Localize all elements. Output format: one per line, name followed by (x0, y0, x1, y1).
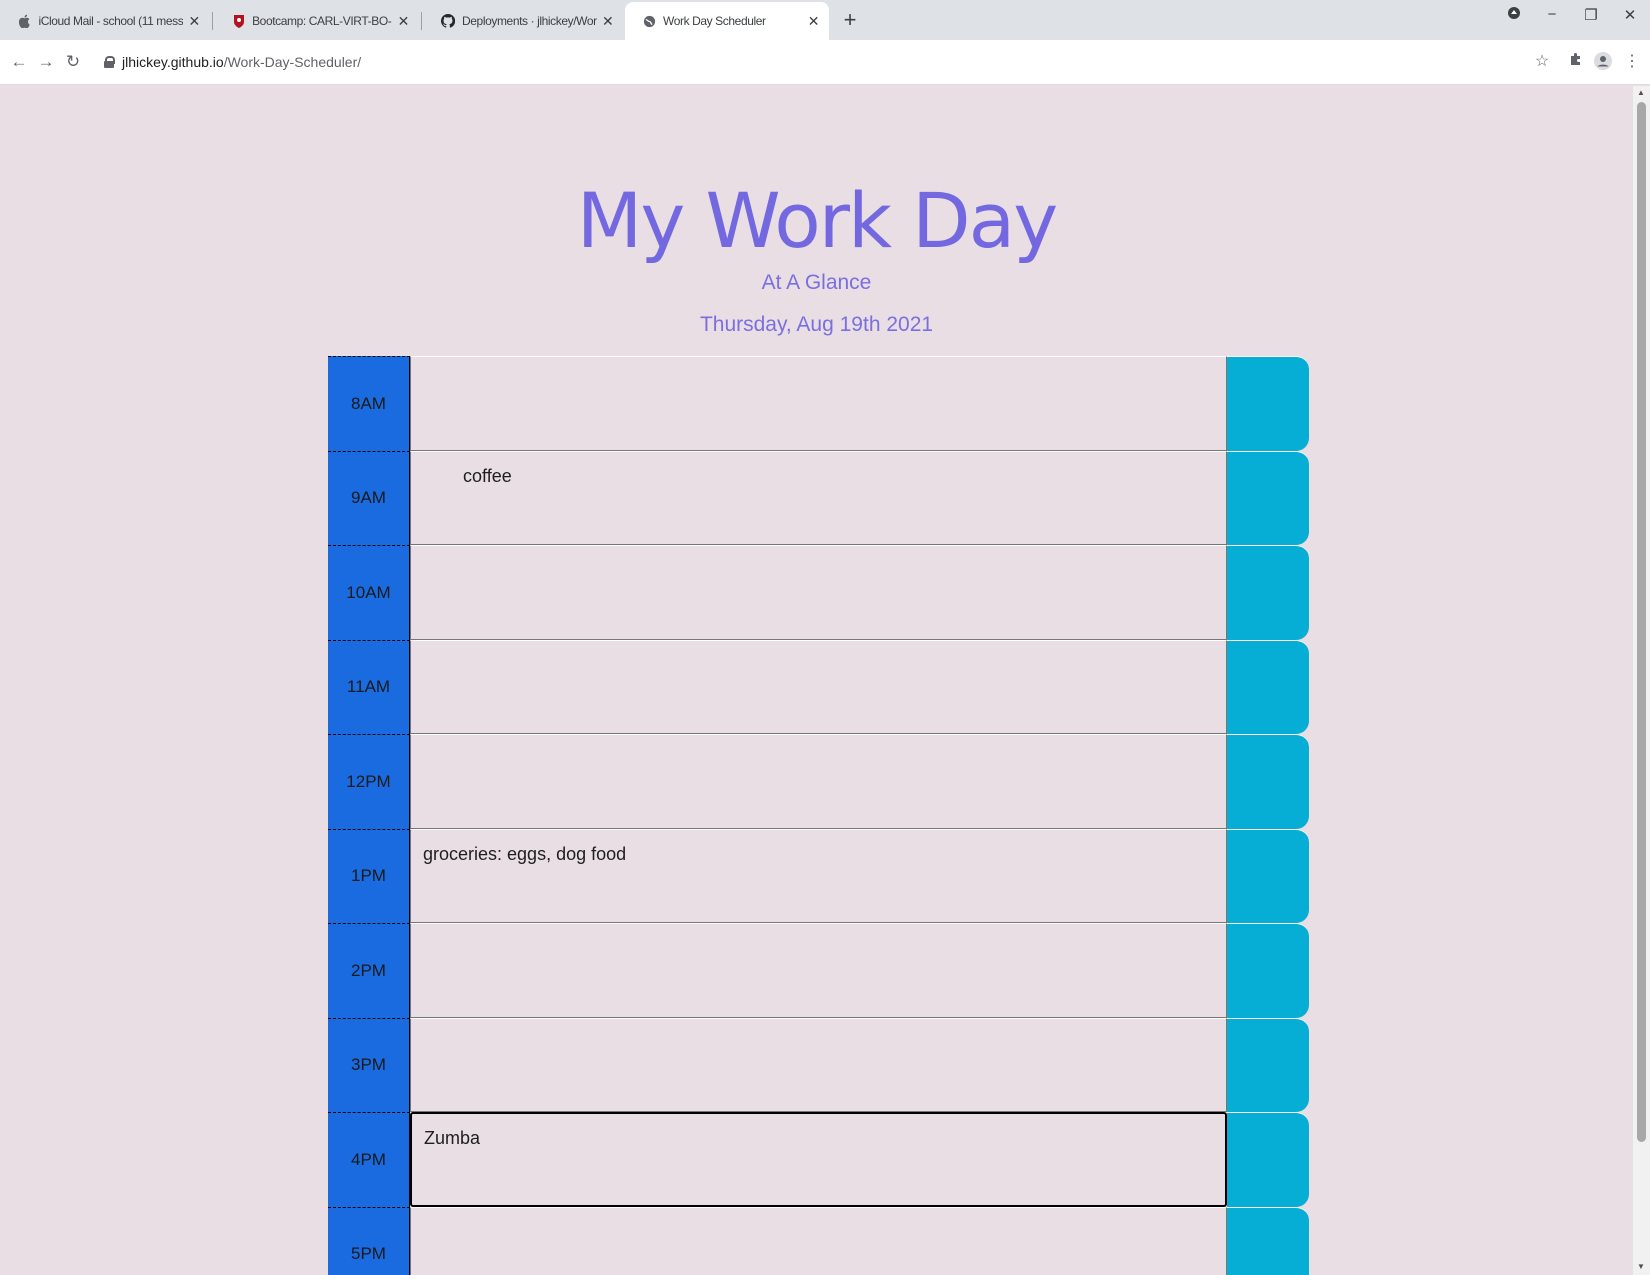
save-button[interactable] (1227, 450, 1309, 545)
hour-label: 3PM (328, 1017, 410, 1112)
menu-kebab-icon[interactable]: ⋮ (1622, 52, 1642, 72)
scroll-up-icon[interactable]: ▲ (1637, 88, 1645, 97)
event-description[interactable] (410, 923, 1227, 1018)
tab-work-day-scheduler[interactable]: Work Day Scheduler ✕ (625, 2, 829, 40)
schedule-container: 8AM 9AM coffee 10AM 11AM 12PM 1PM grocer… (328, 356, 1309, 1275)
hour-label: 12PM (328, 734, 410, 829)
time-block-10am: 10AM (328, 545, 1309, 640)
scroll-down-icon[interactable]: ▼ (1637, 1262, 1645, 1271)
save-button[interactable] (1227, 1017, 1309, 1112)
event-description[interactable]: Zumba (410, 1112, 1227, 1207)
page-viewport: My Work Day At A Glance Thursday, Aug 19… (0, 86, 1633, 1275)
hour-label: 9AM (328, 450, 410, 545)
save-button[interactable] (1227, 356, 1309, 451)
minimize-icon[interactable]: − (1537, 6, 1567, 23)
tab-title: iCloud Mail - school (11 messages) (38, 14, 183, 28)
tab-bootcamp[interactable]: Bootcamp: CARL-VIRT-BO-FSF-PT ✕ (214, 2, 419, 40)
event-description[interactable] (410, 1017, 1227, 1112)
bookmark-star-icon[interactable]: ☆ (1532, 52, 1552, 72)
forward-icon[interactable]: → (35, 51, 57, 73)
lock-icon[interactable] (104, 56, 115, 68)
profile-avatar-icon[interactable] (1593, 52, 1613, 72)
bootcamp-icon (232, 14, 245, 28)
hour-label: 8AM (328, 356, 410, 451)
time-block-2pm: 2PM (328, 923, 1309, 1018)
github-icon (441, 14, 455, 28)
new-tab-icon[interactable]: + (836, 6, 864, 34)
tab-title: Deployments · jlhickey/Work-Day (462, 14, 597, 28)
close-icon[interactable]: ✕ (806, 13, 821, 30)
browser-toolbar: ← → ↻ jlhickey.github.io/Work-Day-Schedu… (0, 40, 1650, 85)
time-block-3pm: 3PM (328, 1017, 1309, 1112)
tab-divider (212, 12, 213, 30)
time-block-5pm: 5PM (328, 1206, 1309, 1275)
reload-icon[interactable]: ↻ (62, 51, 84, 73)
globe-icon (643, 14, 656, 28)
hour-label: 11AM (328, 639, 410, 734)
tab-deployments[interactable]: Deployments · jlhickey/Work-Day ✕ (423, 2, 623, 40)
save-button[interactable] (1227, 1112, 1309, 1207)
back-icon[interactable]: ← (8, 51, 30, 73)
hour-label: 10AM (328, 545, 410, 640)
time-block-11am: 11AM (328, 639, 1309, 734)
extensions-icon[interactable] (1566, 52, 1586, 72)
event-description[interactable]: coffee (410, 450, 1227, 545)
address-bar[interactable]: jlhickey.github.io/Work-Day-Scheduler/ (96, 47, 1528, 77)
time-block-4pm: 4PM Zumba (328, 1112, 1309, 1207)
save-button[interactable] (1227, 734, 1309, 829)
time-block-12pm: 12PM (328, 734, 1309, 829)
save-button[interactable] (1227, 923, 1309, 1018)
save-button[interactable] (1227, 545, 1309, 640)
save-button[interactable] (1227, 639, 1309, 734)
event-description[interactable] (410, 545, 1227, 640)
tab-icloud[interactable]: iCloud Mail - school (11 messages) ✕ (0, 2, 210, 40)
close-icon[interactable]: ✕ (187, 13, 202, 30)
close-icon[interactable]: ✕ (601, 13, 615, 30)
page-subtitle: At A Glance (761, 271, 872, 294)
time-block-9am: 9AM coffee (328, 450, 1309, 545)
event-description[interactable] (410, 639, 1227, 734)
url-host: jlhickey.github.io (122, 54, 224, 70)
window-close-icon[interactable]: ✕ (1615, 6, 1645, 24)
close-icon[interactable]: ✕ (396, 13, 411, 30)
hour-label: 4PM (328, 1112, 410, 1207)
event-description[interactable] (410, 356, 1227, 451)
event-description[interactable] (410, 1206, 1227, 1275)
tab-divider (421, 12, 422, 30)
hour-label: 2PM (328, 923, 410, 1018)
tab-title: Bootcamp: CARL-VIRT-BO-FSF-PT (252, 14, 392, 28)
tab-title: Work Day Scheduler (663, 14, 766, 28)
media-control-icon[interactable] (1499, 6, 1529, 24)
page-scrollbar[interactable]: ▲ ▼ (1633, 86, 1650, 1275)
time-block-8am: 8AM (328, 356, 1309, 451)
hour-label: 1PM (328, 828, 410, 923)
apple-icon (18, 14, 31, 28)
current-date: Thursday, Aug 19th 2021 (699, 313, 934, 336)
scroll-thumb[interactable] (1637, 102, 1646, 1142)
event-description[interactable] (410, 734, 1227, 829)
restore-icon[interactable]: ❐ (1576, 6, 1606, 24)
url-path: /Work-Day-Scheduler/ (223, 54, 362, 70)
tab-strip: iCloud Mail - school (11 messages) ✕ Boo… (0, 0, 1650, 40)
time-block-1pm: 1PM groceries: eggs, dog food (328, 828, 1309, 923)
save-button[interactable] (1227, 1206, 1309, 1275)
page-title: My Work Day (576, 176, 1058, 265)
hour-label: 5PM (328, 1206, 410, 1275)
event-description[interactable]: groceries: eggs, dog food (410, 828, 1227, 923)
save-button[interactable] (1227, 828, 1309, 923)
